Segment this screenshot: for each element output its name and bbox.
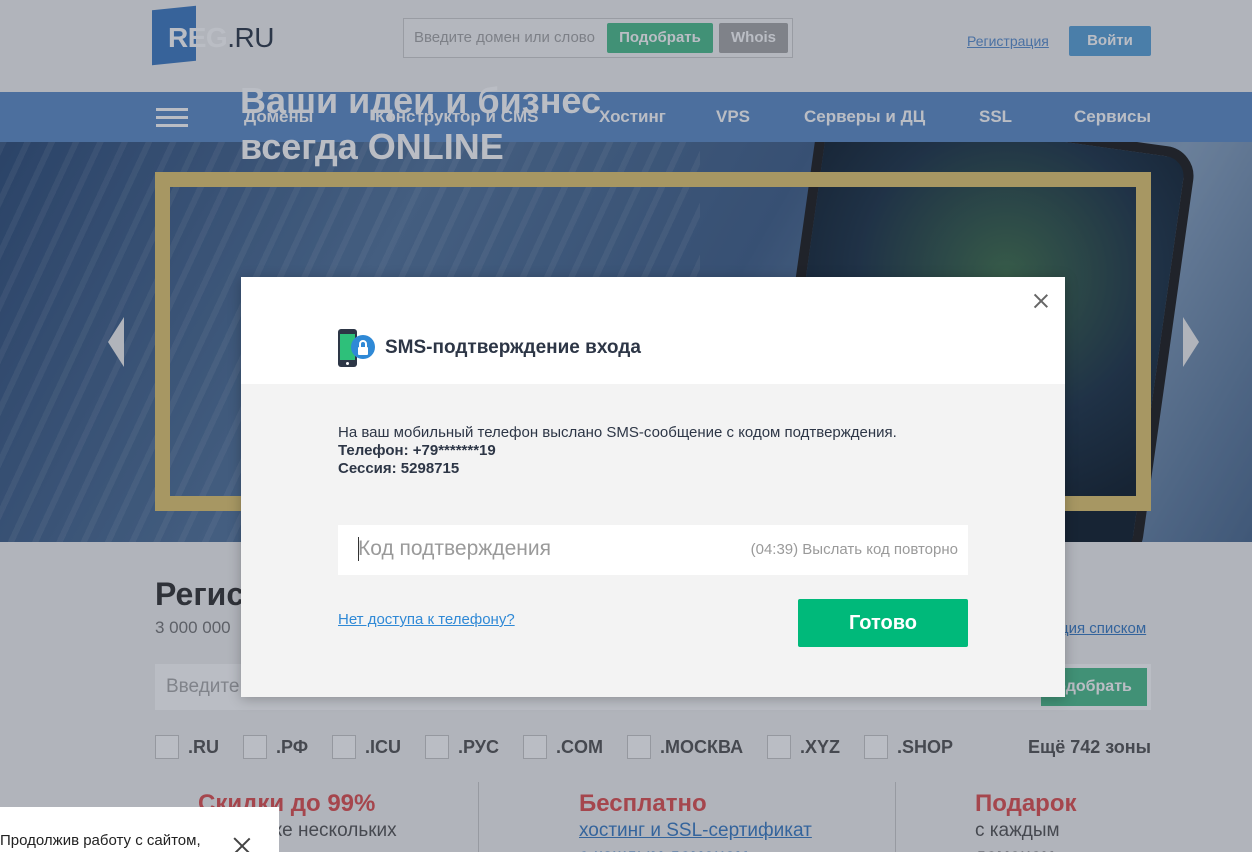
done-button[interactable]: Готово: [798, 599, 968, 647]
modal-title: SMS-подтверждение входа: [385, 337, 641, 358]
text-caret: [358, 537, 359, 561]
close-icon[interactable]: [233, 837, 251, 852]
cookie-text: Продолжив работу с сайтом,: [0, 832, 201, 849]
sms-sent-text: На ваш мобильный телефон выслано SMS-соо…: [338, 424, 897, 441]
cookie-notice: Продолжив работу с сайтом,: [0, 807, 279, 852]
session-text: Сессия: 5298715: [338, 460, 460, 477]
confirmation-code-input[interactable]: Код подтверждения (04:39) Выслать код по…: [338, 525, 968, 575]
phone-lock-icon: [338, 329, 375, 367]
modal-header: SMS-подтверждение входа: [241, 277, 1065, 384]
no-phone-access-link[interactable]: Нет доступа к телефону?: [338, 611, 515, 628]
sms-confirmation-modal: SMS-подтверждение входа На ваш мобильный…: [241, 277, 1065, 697]
resend-code-link[interactable]: (04:39) Выслать код повторно: [751, 541, 958, 558]
modal-message: На ваш мобильный телефон выслано SMS-соо…: [338, 424, 897, 478]
phone-number-text: Телефон: +79*******19: [338, 442, 496, 459]
code-placeholder: Код подтверждения: [358, 537, 551, 560]
close-icon[interactable]: [1034, 294, 1048, 308]
